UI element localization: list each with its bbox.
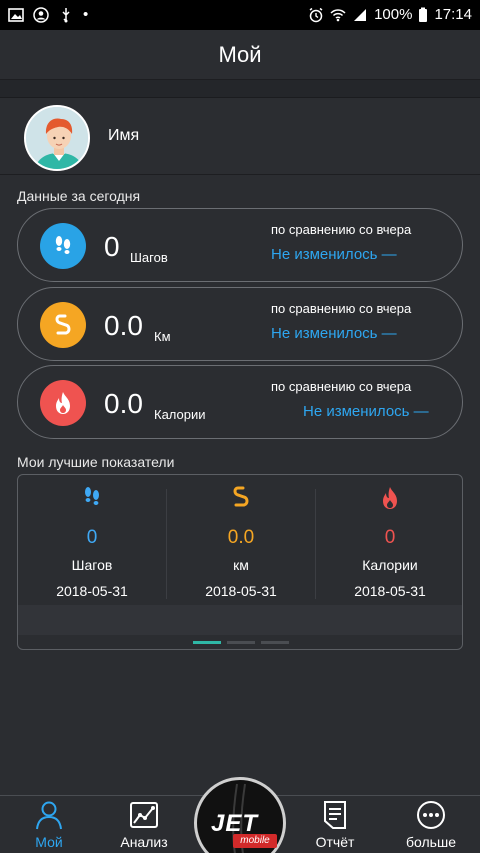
calories-status: Не изменилось —: [303, 403, 429, 420]
calories-compare-label: по сравнению со вчера: [271, 379, 412, 394]
brand-center-button[interactable]: JET mobile: [194, 777, 286, 853]
steps-status: Не изменилось —: [271, 246, 397, 263]
battery-icon: [419, 7, 428, 22]
chart-icon: [130, 802, 158, 828]
brand-logo-sub: mobile: [233, 834, 277, 848]
divider: [0, 80, 480, 98]
account-icon: [33, 7, 49, 23]
chart-area: [18, 605, 462, 635]
best-steps-label: Шагов: [71, 557, 113, 573]
alarm-icon: [309, 7, 323, 23]
best-steps-value: 0: [86, 527, 98, 548]
best-distance: 0.0 км 2018-05-31: [167, 475, 315, 605]
battery-percent: 100%: [374, 6, 413, 23]
usb-icon: [62, 8, 70, 23]
steps-value: 0: [104, 231, 120, 262]
footsteps-icon: [85, 487, 99, 505]
section-title-today: Данные за сегодня: [17, 188, 141, 204]
gallery-icon: [8, 8, 24, 22]
profile-row[interactable]: Имя: [0, 99, 480, 175]
calories-unit: Калории: [154, 407, 206, 422]
distance-value: 0.0: [104, 310, 143, 341]
flame-icon: [40, 380, 86, 426]
avatar[interactable]: [24, 105, 90, 171]
footsteps-icon: [40, 223, 86, 269]
best-distance-label: км: [233, 557, 249, 573]
page-title: Мой: [0, 30, 480, 80]
page-dot[interactable]: [261, 641, 289, 644]
nav-item-my[interactable]: Мой: [4, 796, 94, 853]
page-indicator[interactable]: [18, 641, 462, 645]
page-dot[interactable]: [227, 641, 255, 644]
person-icon: [36, 801, 62, 830]
steps-unit: Шагов: [130, 250, 168, 265]
distance-unit: Км: [154, 329, 171, 344]
today-card-calories[interactable]: 0.0 Калории по сравнению со вчера Не изм…: [17, 365, 463, 439]
best-calories-date: 2018-05-31: [354, 583, 426, 599]
best-calories-label: Калории: [362, 557, 418, 573]
steps-compare-label: по сравнению со вчера: [271, 222, 412, 237]
nav-item-more[interactable]: больше: [386, 796, 476, 853]
best-calories-value: 0: [384, 527, 396, 548]
route-icon: [233, 486, 249, 507]
section-title-best: Мои лучшие показатели: [17, 454, 175, 470]
page-dot-active[interactable]: [193, 641, 221, 644]
calories-value: 0.0: [104, 388, 143, 419]
best-panel[interactable]: 0 Шагов 2018-05-31 0.0 км 2018-05-31 0 К…: [17, 474, 463, 650]
route-icon: [40, 302, 86, 348]
notification-dot: •: [83, 6, 89, 23]
report-icon: [324, 801, 346, 829]
avatar-icon: [26, 107, 88, 169]
nav-label-my: Мой: [35, 834, 63, 850]
best-distance-date: 2018-05-31: [205, 583, 277, 599]
signal-icon: [354, 9, 367, 21]
more-icon: [417, 801, 445, 829]
today-card-distance[interactable]: 0.0 Км по сравнению со вчера Не изменило…: [17, 287, 463, 361]
distance-status: Не изменилось —: [271, 325, 397, 342]
status-bar: • 100% 17:14: [0, 0, 480, 30]
best-steps: 0 Шагов 2018-05-31: [18, 475, 166, 605]
clock: 17:14: [434, 6, 472, 23]
nav-item-report[interactable]: Отчёт: [290, 796, 380, 853]
profile-name: Имя: [108, 127, 140, 144]
nav-label-more: больше: [406, 834, 456, 850]
wifi-icon: [330, 9, 346, 22]
best-distance-value: 0.0: [227, 527, 255, 548]
flame-icon: [383, 487, 397, 509]
distance-compare-label: по сравнению со вчера: [271, 301, 412, 316]
nav-label-report: Отчёт: [315, 834, 355, 850]
best-calories: 0 Калории 2018-05-31: [316, 475, 462, 605]
best-steps-date: 2018-05-31: [56, 583, 128, 599]
nav-item-analysis[interactable]: Анализ: [99, 796, 189, 853]
today-card-steps[interactable]: 0 Шагов по сравнению со вчера Не изменил…: [17, 208, 463, 282]
nav-label-analysis: Анализ: [120, 834, 168, 850]
